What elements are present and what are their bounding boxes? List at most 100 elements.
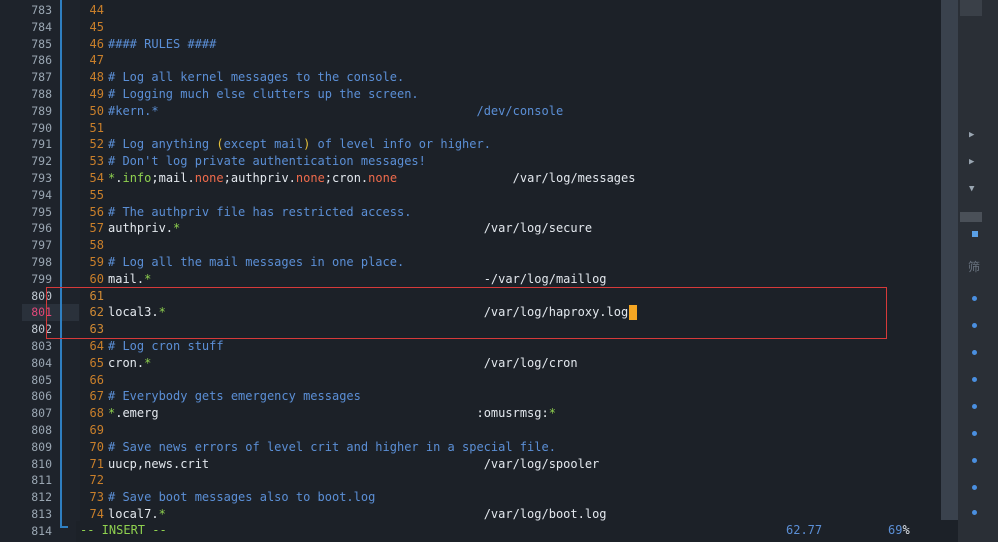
- scrollbar-thumb[interactable]: [941, 0, 958, 520]
- filter-label[interactable]: 筛: [968, 258, 980, 275]
- outer-line-number: 809: [31, 439, 52, 454]
- code-line[interactable]: 52 # Log anything (except mail) of level …: [80, 136, 491, 153]
- outer-line-number: 787: [31, 70, 52, 85]
- code-token: # Log all kernel messages to the console…: [108, 70, 405, 85]
- code-line[interactable]: 69: [80, 422, 108, 439]
- outer-line-number: 807: [31, 406, 52, 421]
- code-line[interactable]: 72: [80, 472, 108, 489]
- code-token: # Everybody gets emergency messages: [108, 389, 361, 404]
- code-token: (: [216, 137, 224, 152]
- outer-line-number: 804: [31, 355, 52, 370]
- relative-line-number: 55: [89, 187, 104, 202]
- bookmark-dot-icon[interactable]: [972, 323, 977, 328]
- scroll-percent-value: 69: [888, 523, 903, 537]
- code-line[interactable]: 60 mail.* -/var/log/maillog: [80, 271, 607, 288]
- code-token: .emerg: [115, 406, 477, 421]
- outer-line-number: 811: [31, 473, 52, 488]
- code-token: cron.: [108, 355, 145, 370]
- relative-line-number: 48: [89, 70, 104, 85]
- bookmark-dot-icon[interactable]: [972, 510, 977, 515]
- outer-line-number: 784: [31, 19, 52, 34]
- expand-arrow-icon[interactable]: ▶: [969, 157, 974, 167]
- code-token: authpriv.: [108, 221, 174, 236]
- code-token: except mail: [223, 137, 304, 152]
- code-line[interactable]: 51: [80, 120, 108, 137]
- outer-line-number: 814: [31, 523, 52, 538]
- code-editor[interactable]: 44 45 46 #### RULES #### 47 48 # Log all kerne…: [80, 0, 958, 521]
- code-token: /dev/console: [476, 103, 564, 118]
- side-panel-header: [960, 0, 982, 16]
- side-panel-divider: [960, 212, 982, 222]
- code-line[interactable]: 44: [80, 2, 108, 19]
- relative-line-number: 53: [89, 154, 104, 169]
- code-line[interactable]: 54 *.info;mail.none;authpriv.none;cron.no…: [80, 170, 636, 187]
- code-line[interactable]: 46 #### RULES ####: [80, 36, 217, 53]
- collapse-arrow-icon[interactable]: ▼: [969, 184, 974, 194]
- code-line[interactable]: 73 # Save boot messages also to boot.log: [80, 489, 376, 506]
- code-token: # The authpriv file has restricted acces…: [108, 204, 412, 219]
- code-line[interactable]: 50 #kern.* /dev/console: [80, 103, 564, 120]
- outer-line-number: 805: [31, 372, 52, 387]
- bookmark-dot-icon[interactable]: [972, 296, 977, 301]
- code-line[interactable]: 67 # Everybody gets emergency messages: [80, 388, 361, 405]
- bookmark-dot-icon[interactable]: [972, 485, 977, 490]
- code-line[interactable]: 71 uucp,news.crit /var/log/spooler: [80, 456, 600, 473]
- code-token: #### RULES ####: [108, 36, 217, 51]
- code-token: none: [194, 171, 224, 185]
- relative-line-number: 47: [89, 53, 104, 68]
- percent-sign: %: [902, 523, 910, 537]
- relative-line-number: 58: [89, 238, 104, 253]
- code-line[interactable]: 59 # Log all the mail messages in one pla…: [80, 254, 405, 271]
- bookmark-dot-icon[interactable]: [972, 377, 977, 382]
- outer-line-number: 796: [31, 221, 52, 236]
- mode-indicator: -- INSERT --: [80, 523, 167, 537]
- code-token: mail.: [108, 271, 145, 286]
- code-line[interactable]: 49 # Logging much else clutters up the sc…: [80, 86, 419, 103]
- code-token: local7.: [108, 507, 159, 521]
- code-line[interactable]: 57 authpriv.* /var/log/secure: [80, 220, 593, 237]
- code-line[interactable]: 64 # Log cron stuff: [80, 338, 224, 355]
- outer-line-number: 799: [31, 271, 52, 286]
- relative-line-number: 46: [89, 36, 104, 51]
- code-line[interactable]: 65 cron.* /var/log/cron: [80, 355, 578, 372]
- code-token: /var/log/messages: [512, 171, 636, 185]
- relative-line-number: 68: [89, 406, 104, 421]
- code-line[interactable]: 55: [80, 187, 108, 204]
- code-line[interactable]: 53 # Don't log private authentication mes…: [80, 153, 426, 170]
- bookmark-dot-icon[interactable]: [972, 458, 977, 463]
- outer-line-number: 806: [31, 389, 52, 404]
- outer-line-number: 802: [31, 322, 52, 337]
- outer-line-gutter: 783 784 785 786 787 788 789 790 791 792 793 794 795 7…: [0, 0, 80, 542]
- relative-line-number: 54: [89, 171, 104, 185]
- fold-indicator[interactable]: [60, 0, 62, 528]
- outer-line-number: 783: [31, 3, 52, 17]
- code-line[interactable]: 45: [80, 19, 108, 36]
- relative-line-number: 51: [89, 120, 104, 135]
- code-line[interactable]: 68 *.emerg :omusrmsg:*: [80, 405, 556, 422]
- code-token: # Don't log private authentication messa…: [108, 154, 426, 169]
- expand-arrow-icon[interactable]: ▶: [969, 130, 974, 140]
- outer-line-number: 790: [31, 120, 52, 135]
- code-line[interactable]: 56 # The authpriv file has restricted acc…: [80, 204, 412, 221]
- code-token: none: [295, 171, 325, 185]
- code-line[interactable]: 48 # Log all kernel messages to the conso…: [80, 69, 405, 86]
- relative-line-number: 69: [89, 423, 104, 437]
- code-token: # Save news errors of level crit and hig…: [108, 439, 556, 454]
- code-line[interactable]: 66: [80, 372, 108, 389]
- bookmark-dot-icon[interactable]: [972, 431, 977, 436]
- code-token: *: [158, 507, 166, 521]
- code-line[interactable]: 58: [80, 237, 108, 254]
- bookmark-dot-icon[interactable]: [972, 350, 977, 355]
- bookmark-dot-icon[interactable]: [972, 404, 977, 409]
- relative-line-number: 60: [89, 271, 104, 286]
- code-token: -/var/log/maillog: [483, 271, 607, 286]
- code-line[interactable]: 70 # Save news errors of level crit and h…: [80, 439, 556, 456]
- code-line[interactable]: 47: [80, 52, 108, 69]
- code-token: ;mail.: [151, 171, 195, 185]
- outer-line-number: 789: [31, 103, 52, 118]
